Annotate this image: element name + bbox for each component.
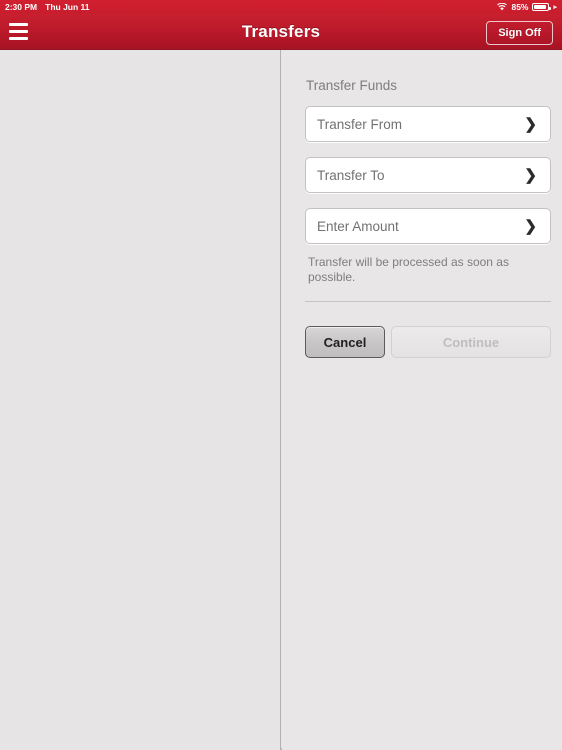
chevron-right-icon: ❯ xyxy=(524,217,537,235)
transfers-screen: 2:30 PM Thu Jun 11 85% ▸ Transfers Sign … xyxy=(0,0,562,750)
charging-arrow-icon: ▸ xyxy=(553,3,557,11)
chevron-right-icon: ❯ xyxy=(524,166,537,184)
status-date: Thu Jun 11 xyxy=(45,2,90,12)
sign-off-button[interactable]: Sign Off xyxy=(486,21,553,45)
continue-button[interactable]: Continue xyxy=(391,326,551,358)
content-area: Transfer Funds Transfer From ❯ Transfer … xyxy=(0,50,562,750)
chevron-right-icon: ❯ xyxy=(524,115,537,133)
status-bar-right: 85% ▸ xyxy=(497,2,557,12)
hamburger-menu-icon[interactable] xyxy=(9,23,28,40)
status-bar-left: 2:30 PM Thu Jun 11 xyxy=(5,2,90,12)
transfer-to-label: Transfer To xyxy=(317,167,385,183)
status-bar: 2:30 PM Thu Jun 11 85% ▸ xyxy=(0,0,562,14)
battery-icon xyxy=(532,3,552,11)
status-time: 2:30 PM xyxy=(5,2,38,12)
enter-amount-field[interactable]: Enter Amount ❯ xyxy=(305,208,551,244)
cancel-button[interactable]: Cancel xyxy=(305,326,385,358)
transfer-from-field[interactable]: Transfer From ❯ xyxy=(305,106,551,142)
helper-text: Transfer will be processed as soon as po… xyxy=(308,255,509,284)
enter-amount-label: Enter Amount xyxy=(317,218,399,234)
wifi-icon xyxy=(497,3,508,11)
left-detail-pane xyxy=(0,50,281,750)
transfer-to-field[interactable]: Transfer To ❯ xyxy=(305,157,551,193)
battery-percent-label: 85% xyxy=(511,2,529,12)
section-title: Transfer Funds xyxy=(306,78,398,93)
transfer-from-label: Transfer From xyxy=(317,116,403,132)
navigation-bar: Transfers Sign Off xyxy=(0,14,562,50)
page-title: Transfers xyxy=(241,21,321,41)
transfer-form-pane: Transfer Funds Transfer From ❯ Transfer … xyxy=(282,50,562,750)
form-divider xyxy=(305,301,551,302)
